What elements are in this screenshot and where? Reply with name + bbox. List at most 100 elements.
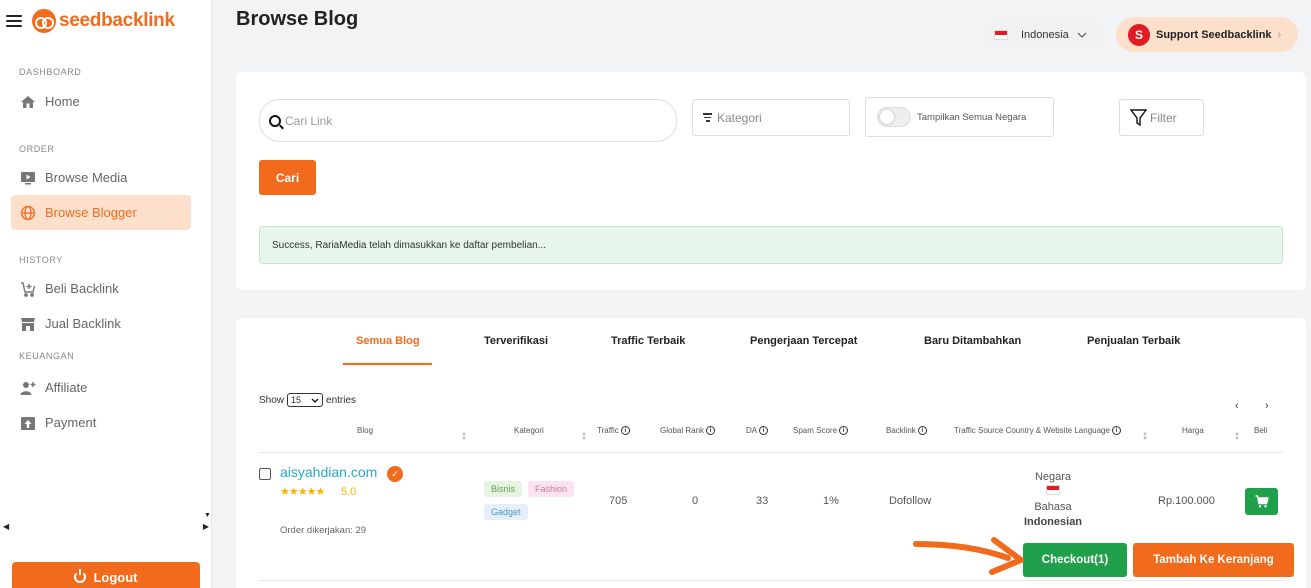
globe-icon bbox=[19, 204, 37, 222]
page-size-select[interactable]: 15 bbox=[287, 393, 324, 407]
logout-button[interactable]: Logout bbox=[12, 562, 200, 588]
sidebar-item-browse-blogger[interactable]: Browse Blogger bbox=[11, 195, 191, 230]
column-header-kategori[interactable]: Kategori bbox=[514, 426, 544, 435]
filter-label: Filter bbox=[1150, 110, 1177, 125]
store-icon bbox=[19, 315, 37, 333]
active-tab-indicator bbox=[343, 363, 432, 365]
tab-traffic-terbaik[interactable]: Traffic Terbaik bbox=[611, 335, 685, 347]
column-header-blog[interactable]: Blog bbox=[357, 426, 373, 435]
column-header-traffic[interactable]: Traffic i bbox=[597, 426, 630, 435]
verified-badge-icon: ✓ bbox=[387, 466, 403, 482]
brand: seedbacklink bbox=[6, 9, 175, 33]
filter-button[interactable]: Filter bbox=[1119, 99, 1204, 136]
section-label-history: HISTORY bbox=[19, 255, 63, 265]
info-icon: i bbox=[839, 426, 849, 435]
sort-icon: ▲ ▼ bbox=[461, 431, 467, 442]
tab-terverifikasi[interactable]: Terverifikasi bbox=[484, 335, 548, 347]
power-icon bbox=[74, 569, 87, 583]
toggle-label: Tampilkan Semua Negara bbox=[917, 111, 1027, 123]
indonesia-flag-icon bbox=[994, 30, 1008, 40]
row-checkbox[interactable] bbox=[259, 468, 271, 480]
page-title: Browse Blog bbox=[236, 8, 359, 30]
logout-label: Logout bbox=[93, 569, 138, 585]
column-header-da[interactable]: DA i bbox=[746, 426, 769, 435]
entries-label: entries bbox=[326, 394, 357, 406]
sidebar-item-affiliate[interactable]: Affiliate bbox=[11, 370, 191, 405]
search-panel: Cari Link Kategori Tampilkan Semua Negar… bbox=[236, 72, 1306, 290]
scroll-down-arrow-icon[interactable]: ▼ bbox=[204, 512, 211, 519]
sidebar-item-payment[interactable]: Payment bbox=[11, 405, 191, 440]
scroll-left-arrow-icon[interactable]: ◀ bbox=[3, 522, 9, 531]
column-header-harga[interactable]: Harga bbox=[1182, 426, 1204, 435]
column-header-beli[interactable]: Beli bbox=[1254, 426, 1267, 435]
column-label: Traffic Source Country & Website Languag… bbox=[954, 426, 1110, 435]
column-header-spam-score[interactable]: Spam Score i bbox=[793, 426, 849, 435]
support-button[interactable]: S Support Seedbacklink › bbox=[1116, 17, 1298, 52]
da-value: 33 bbox=[756, 495, 769, 507]
info-icon: i bbox=[759, 426, 769, 435]
rating-value: 5.0 bbox=[341, 486, 357, 498]
column-label: Spam Score bbox=[793, 426, 838, 435]
sidebar-item-browse-media[interactable]: Browse Media bbox=[11, 160, 191, 195]
tab-semua-blog[interactable]: Semua Blog bbox=[356, 335, 420, 347]
country-label: Indonesia bbox=[1021, 29, 1069, 41]
add-to-cart-button[interactable]: Tambah Ke Keranjang bbox=[1133, 543, 1294, 577]
column-label: DA bbox=[746, 426, 758, 435]
info-icon: i bbox=[917, 426, 927, 435]
checkout-button[interactable]: Checkout(1) bbox=[1023, 543, 1127, 577]
header-divider bbox=[259, 452, 1283, 453]
show-all-countries-toggle[interactable]: Tampilkan Semua Negara bbox=[865, 97, 1054, 137]
section-label-order: ORDER bbox=[19, 144, 55, 154]
logo-icon bbox=[32, 9, 56, 33]
prev-page-button[interactable]: ‹ bbox=[1235, 400, 1239, 412]
section-label-keuangan: KEUANGAN bbox=[19, 351, 75, 361]
support-avatar: S bbox=[1128, 23, 1150, 46]
sidebar-item-label: Affiliate bbox=[45, 380, 88, 395]
tab-baru-ditambahkan[interactable]: Baru Ditambahkan bbox=[924, 335, 1021, 347]
filter-lines-icon bbox=[703, 112, 712, 123]
column-header-backlink[interactable]: Backlink i bbox=[886, 426, 927, 435]
kategori-select[interactable]: Kategori bbox=[692, 99, 850, 136]
funnel-icon bbox=[1130, 108, 1147, 127]
buy-cart-button[interactable] bbox=[1245, 488, 1278, 515]
tab-penjualan-terbaik[interactable]: Penjualan Terbaik bbox=[1087, 335, 1180, 347]
page-size-control: Show 15 entries bbox=[259, 393, 356, 407]
column-label: Traffic bbox=[597, 426, 619, 435]
indonesia-flag-icon bbox=[1046, 485, 1060, 495]
hamburger-menu-icon[interactable] bbox=[6, 15, 22, 27]
row-divider bbox=[259, 580, 1283, 581]
sidebar-item-label: Home bbox=[45, 94, 80, 109]
info-icon: i bbox=[620, 426, 630, 435]
sidebar-item-home[interactable]: Home bbox=[11, 84, 191, 119]
column-header-traffic-source[interactable]: Traffic Source Country & Website Languag… bbox=[954, 426, 1121, 435]
rating-stars: ★★★★★ bbox=[280, 486, 325, 498]
home-icon bbox=[19, 93, 37, 111]
blog-link[interactable]: aisyahdian.com bbox=[280, 464, 377, 480]
next-page-button[interactable]: › bbox=[1265, 400, 1269, 412]
column-header-global-rank[interactable]: Global Rank i bbox=[660, 426, 716, 435]
tab-pengerjaan-tercepat[interactable]: Pengerjaan Tercepat bbox=[750, 335, 857, 347]
sidebar-item-label: Browse Blogger bbox=[45, 205, 137, 220]
toggle-switch[interactable] bbox=[877, 107, 911, 127]
sort-icon: ▲ ▼ bbox=[1142, 431, 1148, 442]
tab-bar: Semua Blog Terverifikasi Traffic Terbaik… bbox=[236, 335, 1306, 365]
cari-button[interactable]: Cari bbox=[259, 160, 316, 195]
traffic-source-cell: Negara Bahasa Indonesian bbox=[1011, 470, 1095, 530]
support-label: Support Seedbacklink bbox=[1156, 28, 1272, 41]
sidebar-item-beli-backlink[interactable]: Beli Backlink bbox=[11, 271, 191, 306]
search-input[interactable]: Cari Link bbox=[259, 99, 677, 142]
price-value: Rp.100.000 bbox=[1158, 495, 1215, 507]
sort-icon: ▲ ▼ bbox=[581, 431, 587, 442]
country-selector[interactable]: Indonesia bbox=[984, 20, 1104, 50]
sort-icon: ▲ ▼ bbox=[1234, 431, 1240, 442]
sidebar-item-label: Browse Media bbox=[45, 170, 128, 185]
success-alert: Success, RariaMedia telah dimasukkan ke … bbox=[259, 226, 1283, 264]
kategori-label: Kategori bbox=[717, 110, 762, 125]
sidebar-item-label: Jual Backlink bbox=[45, 316, 121, 331]
user-plus-icon bbox=[19, 379, 37, 397]
logo-text[interactable]: seedbacklink bbox=[59, 10, 175, 32]
sidebar-item-jual-backlink[interactable]: Jual Backlink bbox=[11, 306, 191, 341]
horizontal-scrollbar[interactable]: ◀ ▶ bbox=[3, 522, 209, 531]
scroll-right-arrow-icon[interactable]: ▶ bbox=[203, 522, 209, 531]
page-size-value: 15 bbox=[291, 395, 302, 405]
